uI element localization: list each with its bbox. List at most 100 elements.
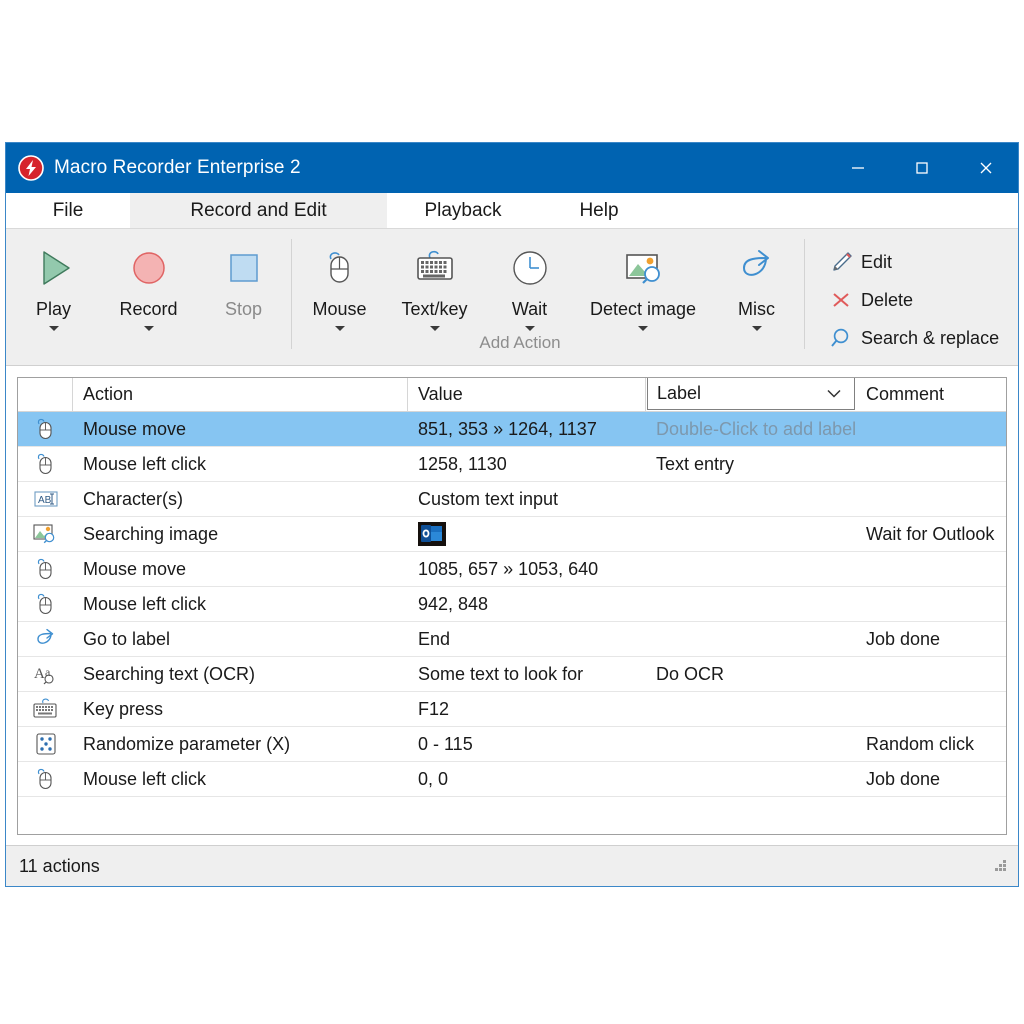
title-bar: Macro Recorder Enterprise 2: [6, 143, 1018, 193]
text-input-icon: AB: [18, 482, 73, 516]
curved-arrow-icon: [18, 622, 73, 656]
table-row[interactable]: Key pressF12: [18, 692, 1006, 727]
cell-comment[interactable]: [856, 552, 1006, 586]
table-row[interactable]: ABCharacter(s)Custom text input: [18, 482, 1006, 517]
cell-label[interactable]: [646, 622, 856, 656]
table-row[interactable]: Go to labelEndJob done: [18, 622, 1006, 657]
chevron-down-icon[interactable]: [752, 326, 762, 331]
mouse-icon: [18, 412, 73, 446]
minimize-button[interactable]: [826, 143, 890, 193]
close-button[interactable]: [954, 143, 1018, 193]
tab-file[interactable]: File: [6, 193, 130, 228]
grid-body: Mouse move851, 353 » 1264, 1137Double-Cl…: [18, 412, 1006, 834]
keyboard-icon: [18, 692, 73, 726]
outlook-icon: [418, 522, 446, 546]
mouse-icon: [18, 447, 73, 481]
delete-button[interactable]: Delete: [827, 285, 999, 315]
table-row[interactable]: AaSearching text (OCR)Some text to look …: [18, 657, 1006, 692]
cell-label[interactable]: [646, 517, 856, 551]
tab-playback[interactable]: Playback: [387, 193, 539, 228]
x-cross-icon: [827, 288, 855, 312]
cell-comment[interactable]: [856, 482, 1006, 516]
cell-label[interactable]: [646, 552, 856, 586]
mouse-icon: [312, 245, 368, 291]
table-row[interactable]: Mouse left click1258, 1130Text entry: [18, 447, 1006, 482]
chevron-down-icon[interactable]: [49, 326, 59, 331]
edit-button[interactable]: Edit: [827, 247, 999, 277]
record-circle-icon: [121, 245, 177, 291]
dice-icon: [18, 727, 73, 761]
cell-comment[interactable]: [856, 447, 1006, 481]
table-row[interactable]: Randomize parameter (X)0 - 115Random cli…: [18, 727, 1006, 762]
cell-label[interactable]: Double-Click to add label: [646, 412, 856, 446]
column-header-comment[interactable]: Comment: [856, 378, 1006, 411]
column-header-label[interactable]: Label: [646, 378, 856, 411]
table-row[interactable]: Mouse left click0, 0Job done: [18, 762, 1006, 797]
column-header-icon: [18, 378, 73, 411]
ribbon-tab-strip: File Record and Edit Playback Help: [6, 193, 1018, 229]
tab-help[interactable]: Help: [539, 193, 659, 228]
cell-label[interactable]: Do OCR: [646, 657, 856, 691]
cell-comment[interactable]: Random click: [856, 727, 1006, 761]
magnifier-icon: [827, 326, 855, 350]
cell-action: Randomize parameter (X): [73, 727, 408, 761]
pencil-icon: [827, 250, 855, 274]
cell-comment[interactable]: Wait for Outlook: [856, 517, 1006, 551]
tab-record-and-edit[interactable]: Record and Edit: [130, 193, 387, 228]
play-button[interactable]: Play: [6, 229, 101, 365]
cell-comment[interactable]: Job done: [856, 762, 1006, 796]
window-title: Macro Recorder Enterprise 2: [54, 157, 826, 179]
chevron-down-icon[interactable]: [817, 383, 842, 404]
svg-text:A: A: [34, 666, 45, 682]
cell-comment[interactable]: Job done: [856, 622, 1006, 656]
cell-value: [408, 517, 646, 551]
mouse-icon: [18, 762, 73, 796]
table-row[interactable]: Mouse move851, 353 » 1264, 1137Double-Cl…: [18, 412, 1006, 447]
cell-action: Go to label: [73, 622, 408, 656]
cell-label[interactable]: [646, 587, 856, 621]
label-filter-value: Label: [648, 383, 701, 404]
ribbon-button-label: Text/key: [401, 299, 467, 320]
mouse-icon: [18, 587, 73, 621]
cell-label[interactable]: [646, 762, 856, 796]
cell-action: Key press: [73, 692, 408, 726]
ribbon-button-label: Detect image: [590, 299, 696, 320]
label-filter-combobox[interactable]: Label: [647, 377, 855, 410]
ribbon-button-label: Wait: [512, 299, 547, 320]
chevron-down-icon[interactable]: [525, 326, 535, 331]
cell-action: Mouse move: [73, 412, 408, 446]
cell-label[interactable]: [646, 692, 856, 726]
cell-comment[interactable]: [856, 657, 1006, 691]
ribbon-button-label: Misc: [738, 299, 775, 320]
tab-label: Playback: [424, 200, 501, 222]
table-row[interactable]: Mouse left click942, 848: [18, 587, 1006, 622]
column-header-action[interactable]: Action: [73, 378, 408, 411]
cell-action: Searching text (OCR): [73, 657, 408, 691]
ribbon-command-label: Edit: [861, 252, 892, 273]
cell-label[interactable]: [646, 482, 856, 516]
ocr-text-icon: Aa: [18, 657, 73, 691]
cell-comment[interactable]: [856, 412, 1006, 446]
record-button[interactable]: Record: [101, 229, 196, 365]
cell-value: Custom text input: [408, 482, 646, 516]
tab-label: Help: [579, 200, 618, 222]
cell-comment[interactable]: [856, 692, 1006, 726]
cell-label[interactable]: [646, 727, 856, 761]
stop-button[interactable]: Stop: [196, 229, 291, 365]
table-row[interactable]: Mouse move1085, 657 » 1053, 640: [18, 552, 1006, 587]
maximize-button[interactable]: [890, 143, 954, 193]
chevron-down-icon[interactable]: [430, 326, 440, 331]
chevron-down-icon[interactable]: [638, 326, 648, 331]
chevron-down-icon[interactable]: [335, 326, 345, 331]
cell-label[interactable]: Text entry: [646, 447, 856, 481]
cell-comment[interactable]: [856, 587, 1006, 621]
column-header-value[interactable]: Value: [408, 378, 646, 411]
search-replace-button[interactable]: Search & replace: [827, 323, 999, 353]
application-window: Macro Recorder Enterprise 2 File: [5, 142, 1019, 887]
chevron-down-icon[interactable]: [144, 326, 154, 331]
cell-action: Mouse left click: [73, 447, 408, 481]
table-row[interactable]: Searching imageWait for Outlook: [18, 517, 1006, 552]
minimize-icon: [849, 159, 867, 177]
resize-grip-icon[interactable]: [992, 857, 1008, 878]
ribbon-button-label: Mouse: [312, 299, 366, 320]
